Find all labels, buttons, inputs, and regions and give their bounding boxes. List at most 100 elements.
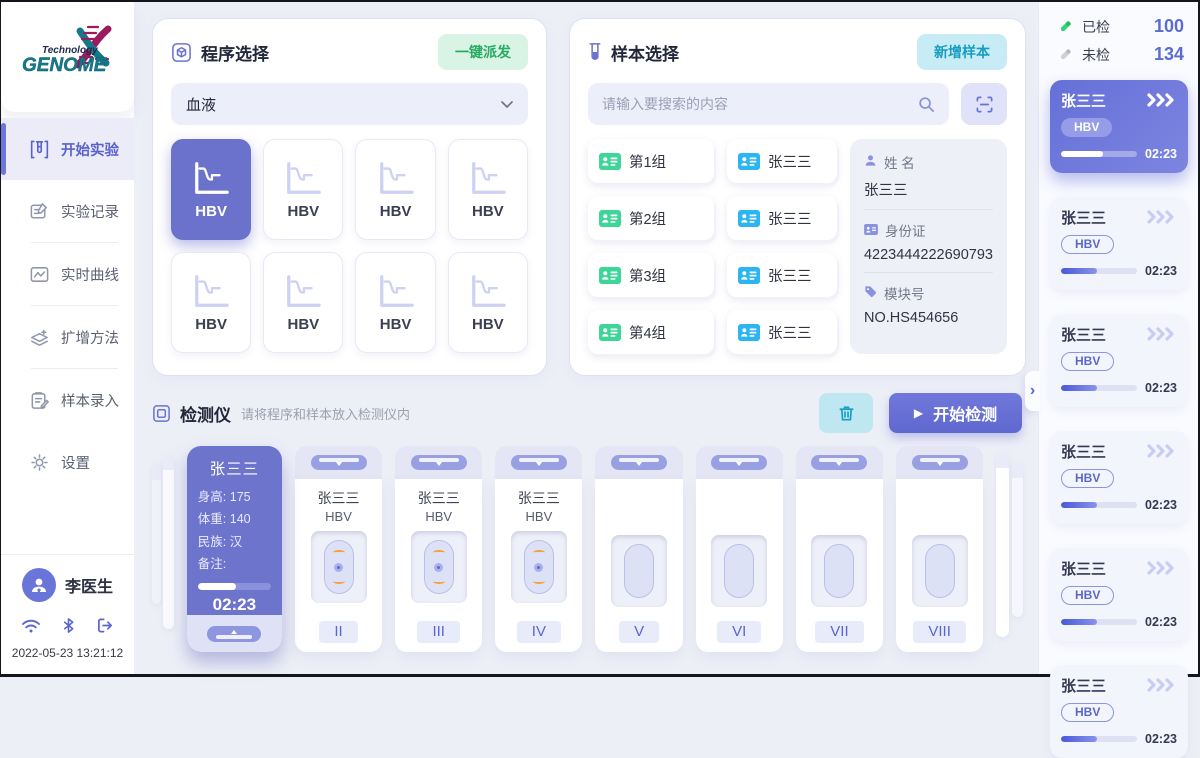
slot-card[interactable]: 张三三 HBV III [395, 446, 482, 652]
queue-card[interactable]: 张三三 HBV 02:23 [1050, 80, 1188, 173]
id-badge-blue-icon [738, 153, 760, 170]
start-detection-button[interactable]: ▶ 开始检测 [889, 393, 1022, 433]
sample-type-dropdown[interactable]: 血液 [171, 83, 528, 125]
scan-button[interactable] [961, 83, 1007, 125]
search-input[interactable] [602, 96, 918, 112]
logout-icon[interactable] [96, 617, 115, 634]
queue-card[interactable]: 张三三 HBV 02:23 [1050, 548, 1188, 641]
program-card[interactable]: HBV [263, 139, 343, 240]
group-item[interactable]: 第2组 [588, 196, 714, 240]
program-card[interactable]: HBV [171, 252, 251, 353]
tube-gray-icon [1058, 47, 1073, 62]
slot-handle[interactable] [711, 455, 767, 470]
one-click-dispatch-button[interactable]: 一键派发 [438, 34, 528, 70]
slot-card[interactable]: V [595, 446, 682, 652]
slot-card[interactable]: VII [796, 446, 883, 652]
sidebar-item-start-experiment[interactable]: 开始实验 [1, 118, 134, 180]
slot-numeral: IV [517, 621, 561, 643]
scan-frame-icon [975, 95, 994, 114]
slot-handle[interactable] [912, 455, 968, 470]
slot-handle[interactable] [611, 455, 667, 470]
info-name-label: 姓 名 [884, 152, 915, 172]
program-tag: HBV [1061, 235, 1114, 254]
sample-item[interactable]: 张三三 [727, 310, 837, 354]
slot-tab [896, 446, 983, 479]
stat-label: 未检 [1082, 45, 1110, 65]
slot-card[interactable]: 张三三 HBV IV [495, 446, 582, 652]
record-document-icon [29, 201, 50, 222]
search-box [588, 83, 949, 125]
dropdown-value: 血液 [186, 94, 216, 115]
sample-selection-panel: 样本选择 新增样本 [569, 18, 1026, 376]
cartridge [811, 535, 867, 607]
sample-item[interactable]: 张三三 [727, 139, 837, 183]
slot-handle[interactable] [811, 455, 867, 470]
sample-name: 张三三 [768, 151, 812, 172]
slot-card[interactable]: 张三三 HBV II [295, 446, 382, 652]
chevrons-right-icon [1147, 678, 1177, 692]
add-sample-button[interactable]: 新增样本 [917, 34, 1007, 70]
program-card[interactable]: HBV [171, 139, 251, 240]
queue-card[interactable]: 张三三 HBV 02:23 [1050, 665, 1188, 758]
group-label: 第3组 [629, 265, 666, 286]
detector-header: 检测仪 请将程序和样本放入检测仪内 ▶ 开始检测 [152, 393, 1026, 433]
collapse-panel-button[interactable]: › [1025, 371, 1040, 411]
slot-handle[interactable] [311, 455, 367, 470]
sidebar-item-label: 开始实验 [61, 139, 119, 160]
sidebar-item-realtime-curves[interactable]: 实时曲线 [1, 243, 134, 305]
slot-handle[interactable] [411, 455, 467, 470]
slot-handle[interactable] [511, 455, 567, 470]
search-icon[interactable] [918, 96, 935, 113]
slot-numeral: V [619, 621, 659, 643]
program-card[interactable]: HBV [448, 139, 528, 240]
slot-patient-fields: 身高: 175 体重: 140 民族: 汉 备注: [187, 479, 282, 575]
chevrons-right-icon [1147, 210, 1177, 224]
slot-tab [495, 446, 582, 479]
program-card[interactable]: HBV [263, 252, 343, 353]
id-badge-green-icon [599, 210, 621, 227]
avatar[interactable] [22, 568, 56, 602]
group-item[interactable]: 第4组 [588, 310, 714, 354]
divider [864, 209, 993, 210]
progress-bar [1061, 619, 1137, 625]
slot-card-expanded[interactable]: 张三三 身高: 175 体重: 140 民族: 汉 备注: 02:23 [187, 446, 282, 652]
cartridge [912, 535, 968, 607]
panel-title: 样本选择 [611, 40, 679, 65]
time-remaining: 02:23 [1145, 381, 1177, 395]
slot-handle[interactable] [207, 626, 261, 642]
program-tag: HBV [1061, 352, 1114, 371]
sidebar-item-settings[interactable]: 设置 [1, 431, 134, 493]
group-item[interactable]: 第3组 [588, 253, 714, 297]
sidebar-item-experiment-records[interactable]: 实验记录 [1, 180, 134, 242]
logo: Technology GENOME [1, 2, 134, 112]
slot-tab [595, 446, 682, 479]
bluetooth-icon[interactable] [61, 617, 76, 634]
cartridge [611, 535, 667, 607]
slot-card[interactable]: VIII [896, 446, 983, 652]
program-tag: HBV [1061, 703, 1114, 722]
sample-item[interactable]: 张三三 [727, 253, 837, 297]
main-area: 程序选择 一键派发 血液 HBV [134, 2, 1038, 674]
group-item[interactable]: 第1组 [588, 139, 714, 183]
queue-card[interactable]: 张三三 HBV 02:23 [1050, 431, 1188, 524]
detection-stats: 已检 100 未检 134 [1050, 16, 1188, 80]
program-card[interactable]: HBV [355, 139, 435, 240]
sample-list: 张三三 张三三 张三三 张三三 [727, 139, 837, 354]
time-remaining: 02:23 [1145, 615, 1177, 629]
clear-slots-button[interactable] [819, 393, 873, 433]
time-remaining: 02:23 [1145, 498, 1177, 512]
queue-card[interactable]: 张三三 HBV 02:23 [1050, 314, 1188, 407]
sample-item[interactable]: 张三三 [727, 196, 837, 240]
sidebar-item-sample-entry[interactable]: 样本录入 [1, 369, 134, 431]
sidebar-item-amplification-methods[interactable]: 扩增方法 [1, 306, 134, 368]
program-card[interactable]: HBV [448, 252, 528, 353]
queue-card[interactable]: 张三三 HBV 02:23 [1050, 197, 1188, 290]
program-card[interactable]: HBV [355, 252, 435, 353]
layers-plus-icon [29, 327, 50, 348]
progress-bar [1061, 268, 1137, 274]
gear-icon [29, 452, 50, 473]
slot-card[interactable]: VI [696, 446, 783, 652]
wifi-icon[interactable] [21, 618, 41, 634]
sidebar-menu: 开始实验 实验记录 实时曲线 [1, 112, 134, 554]
slot-tab [295, 446, 382, 479]
